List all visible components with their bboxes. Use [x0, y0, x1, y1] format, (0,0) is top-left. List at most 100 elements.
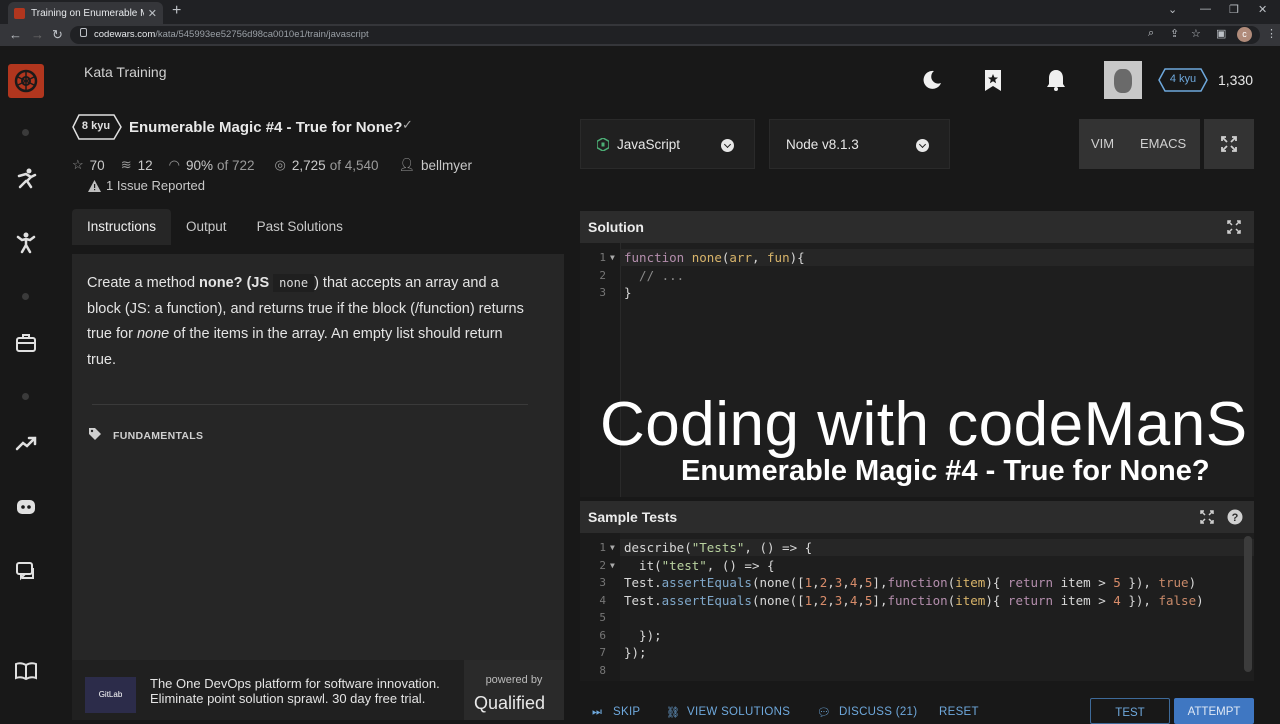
minimize-icon[interactable]: — [1200, 3, 1211, 15]
bookmark-star-icon[interactable] [981, 68, 1005, 92]
line-number: 4 [599, 593, 606, 607]
zoom-icon[interactable]: ⌕ [1148, 27, 1154, 40]
language-select[interactable]: JavaScript [580, 119, 755, 169]
view-solutions-button[interactable]: VIEW SOLUTIONS [687, 706, 790, 718]
bookmark-star-addr-icon[interactable]: ☆ [1191, 27, 1201, 40]
moon-icon[interactable] [920, 68, 944, 92]
line-number: 1 [599, 251, 606, 264]
line-number: 2 [599, 268, 606, 282]
bell-icon[interactable] [1044, 68, 1068, 92]
kata-title: Enumerable Magic #4 - True for None? [129, 119, 403, 136]
tab-instructions[interactable]: Instructions [72, 209, 172, 245]
code-line: Test.assertEquals(none([1,2,3,4,5],funct… [624, 575, 1197, 590]
help-icon[interactable]: ? [1227, 509, 1243, 525]
lock-icon[interactable] [80, 28, 87, 37]
language-label: JavaScript [617, 137, 681, 152]
codewars-logo-icon[interactable] [8, 64, 44, 98]
collections-stat[interactable]: ≋ 12 [121, 157, 153, 173]
stars-stat[interactable]: ☆ 70 [72, 157, 105, 173]
fold-icon[interactable]: ▼ [610, 557, 615, 575]
code-line: }); [624, 645, 647, 660]
user-rank-label: 4 kyu [1169, 73, 1197, 85]
skip-button[interactable]: SKIP [613, 706, 640, 718]
reload-icon[interactable]: ↻ [52, 27, 63, 43]
tab-search-icon[interactable]: ⌄ [1168, 3, 1177, 16]
code-line: Test.assertEquals(none([1,2,3,4,5],funct… [624, 592, 1204, 608]
video-overlay-subtitle: Enumerable Magic #4 - True for None? [681, 455, 1210, 487]
profile-avatar[interactable]: c [1237, 27, 1252, 42]
line-number: 2 [599, 558, 606, 572]
discord-icon[interactable] [14, 495, 38, 519]
line-number: 5 [599, 611, 606, 624]
description-text: Create a method [87, 275, 200, 291]
docs-book-icon[interactable] [14, 659, 38, 683]
tag-fundamentals[interactable]: FUNDAMENTALS [113, 430, 203, 442]
user-avatar[interactable] [1104, 61, 1142, 99]
fold-icon[interactable]: ▼ [610, 539, 615, 557]
vim-mode-button[interactable]: VIM [1091, 136, 1114, 151]
divider [92, 404, 528, 405]
practice-icon[interactable] [14, 231, 38, 255]
line-number: 8 [599, 663, 606, 677]
line-number: 3 [599, 286, 606, 299]
completed-stat: ◎ 2,725 of 4,540 [275, 157, 383, 173]
sponsor-ad[interactable]: GitLab The One DevOps platform for softw… [72, 660, 564, 720]
share-icon[interactable]: ⇪ [1170, 27, 1179, 40]
kata-kyu-badge: 8 kyu [72, 114, 122, 140]
rail-separator [22, 393, 29, 400]
satisfaction-votes: of 722 [217, 157, 255, 173]
close-tab-icon[interactable]: ✕ [148, 7, 157, 20]
editor-scrollbar[interactable] [1244, 536, 1252, 672]
expand-icon[interactable] [1227, 220, 1241, 234]
view-solutions-icon: ⛓︎ [666, 707, 680, 719]
kata-actions: ⏭︎ SKIP ⛓︎ VIEW SOLUTIONS 💬︎ DISCUSS (21… [580, 698, 1260, 724]
code-line: it("test", () => { [624, 557, 775, 573]
solution-header: Solution [580, 211, 1254, 243]
code-line: describe("Tests", () => { [624, 540, 813, 555]
reset-button[interactable]: RESET [939, 706, 979, 718]
attempt-button[interactable]: ATTEMPT [1174, 698, 1254, 724]
forward-icon[interactable]: → [31, 27, 44, 42]
back-icon[interactable]: ← [9, 27, 22, 42]
satisfaction-rating: 90% [185, 157, 213, 173]
chat-icon[interactable] [14, 559, 38, 583]
tab-output[interactable]: Output [171, 209, 242, 245]
restore-icon[interactable]: ❐ [1229, 3, 1239, 16]
url-field[interactable]: codewars.com/kata/545993ee52756d98ca0010… [70, 26, 1260, 44]
training-icon[interactable] [14, 167, 38, 191]
gauge-icon: ◠ [168, 157, 180, 172]
user-rank-badge[interactable]: 4 kyu [1158, 68, 1208, 92]
author-stat[interactable]: 👤︎ bellmyer [398, 157, 472, 173]
tab-past-solutions[interactable]: Past Solutions [242, 209, 358, 245]
sidepanel-icon[interactable]: ▣ [1216, 27, 1226, 40]
skip-icon: ⏭︎ [592, 706, 602, 718]
new-tab-icon[interactable]: + [172, 2, 181, 20]
expand-icon[interactable] [1200, 510, 1214, 524]
leaderboard-trend-icon[interactable] [14, 431, 38, 455]
expand-icon [1221, 136, 1237, 152]
discuss-button[interactable]: DISCUSS (21) [839, 706, 917, 718]
code-line: } [624, 285, 632, 300]
sample-tests-editor[interactable]: 1 ▼ describe("Tests", () => { 2 ▼ it("test"… [580, 533, 1254, 681]
test-button[interactable]: TEST [1090, 698, 1170, 724]
fold-icon[interactable]: ▼ [610, 249, 615, 267]
layers-icon: ≋ [120, 157, 132, 172]
description-emphasis: none [136, 326, 170, 342]
runtime-label: Node v8.1.3 [786, 137, 859, 152]
favicon-icon [14, 7, 25, 19]
warning-icon [88, 180, 101, 192]
close-window-icon[interactable]: ✕ [1258, 3, 1267, 16]
code-line: function none(arr, fun){ [624, 250, 805, 265]
briefcase-icon[interactable] [14, 331, 38, 355]
page-section-title: Kata Training [84, 64, 167, 80]
emacs-mode-button[interactable]: EMACS [1140, 136, 1186, 151]
menu-kebab-icon[interactable]: ⋮ [1266, 27, 1277, 40]
issues-link[interactable]: 1 Issue Reported [106, 178, 205, 193]
runtime-select[interactable]: Node v8.1.3 [769, 119, 950, 169]
tag-icon [89, 428, 101, 440]
rail-separator [22, 129, 29, 136]
fullscreen-button[interactable] [1204, 119, 1254, 169]
url-host: codewars.com [94, 29, 156, 40]
chevron-down-icon [916, 139, 929, 152]
browser-tab[interactable]: Training on Enumerable Magic # ✕ [8, 2, 163, 24]
